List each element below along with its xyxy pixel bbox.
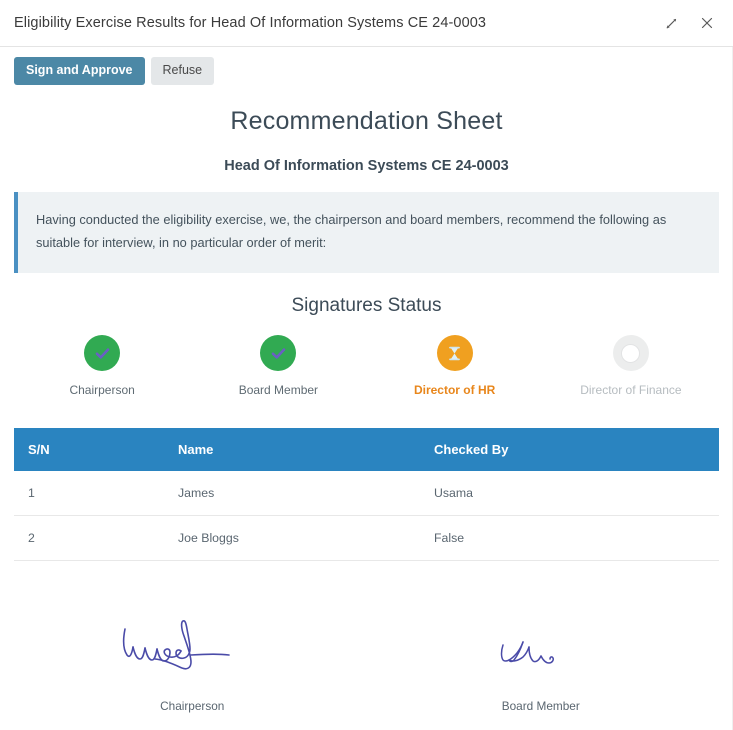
signature-role-label: Board Member [501, 699, 580, 714]
cell-name: James [164, 471, 420, 517]
status-label: Chairperson [69, 383, 135, 398]
signatures-status-row: Chairperson Board Member Director of HR … [14, 335, 719, 397]
status-item-director-of-hr[interactable]: Director of HR [367, 335, 543, 397]
close-icon[interactable] [695, 11, 719, 35]
status-label: Director of HR [413, 383, 496, 398]
info-banner-text: Having conducted the eligibility exercis… [36, 211, 667, 251]
cell-name: Joe Bloggs [164, 515, 420, 562]
refuse-button[interactable]: Refuse [150, 57, 215, 85]
cell-sn: 1 [14, 471, 164, 517]
signatures-status-heading: Signatures Status [291, 295, 442, 317]
document-body: Recommendation Sheet Head Of Information… [0, 95, 733, 730]
signature-ink-board-member [466, 615, 616, 677]
check-icon [84, 335, 121, 372]
window-title: Eligibility Exercise Results for Head Of… [14, 15, 487, 31]
column-header-sn: S/N [14, 428, 164, 472]
check-icon [260, 335, 297, 372]
cell-sn: 2 [14, 515, 164, 562]
page-subtitle: Head Of Information Systems CE 24-0003 [224, 157, 509, 174]
signature-area: Chairperson Board Member [14, 615, 719, 713]
hourglass-icon [436, 335, 473, 372]
recommendation-table: S/N Name Checked By 1 James Usama 2 Joe … [14, 428, 719, 562]
circle-outline-icon [612, 335, 649, 372]
column-header-name: Name [164, 428, 420, 472]
cell-checked-by: False [420, 515, 719, 562]
cell-checked-by: Usama [420, 471, 719, 517]
page-title: Recommendation Sheet [230, 106, 503, 135]
status-item-director-of-finance[interactable]: Director of Finance [543, 335, 719, 397]
titlebar: Eligibility Exercise Results for Head Of… [0, 0, 733, 47]
signature-block-board-member: Board Member [367, 615, 716, 713]
table-header: S/N Name Checked By [14, 428, 719, 472]
table-header-row: S/N Name Checked By [14, 428, 719, 472]
signature-role-label: Chairperson [160, 699, 225, 714]
table-body: 1 James Usama 2 Joe Bloggs False [14, 471, 719, 562]
info-banner: Having conducted the eligibility exercis… [14, 191, 719, 274]
status-item-board-member[interactable]: Board Member [190, 335, 366, 397]
column-header-checked-by: Checked By [420, 428, 719, 472]
window-controls [659, 11, 719, 35]
action-toolbar: Sign and Approve Refuse [0, 47, 733, 95]
table-row[interactable]: 1 James Usama [14, 471, 719, 517]
status-label: Board Member [238, 383, 319, 398]
dialog-window: Eligibility Exercise Results for Head Of… [0, 0, 733, 730]
sign-and-approve-button[interactable]: Sign and Approve [14, 57, 145, 85]
status-label: Director of Finance [580, 383, 682, 398]
signature-ink-chairperson [117, 615, 267, 677]
table-row[interactable]: 2 Joe Bloggs False [14, 515, 719, 562]
expand-icon[interactable] [659, 11, 683, 35]
signature-block-chairperson: Chairperson [18, 615, 367, 713]
status-item-chairperson[interactable]: Chairperson [14, 335, 190, 397]
